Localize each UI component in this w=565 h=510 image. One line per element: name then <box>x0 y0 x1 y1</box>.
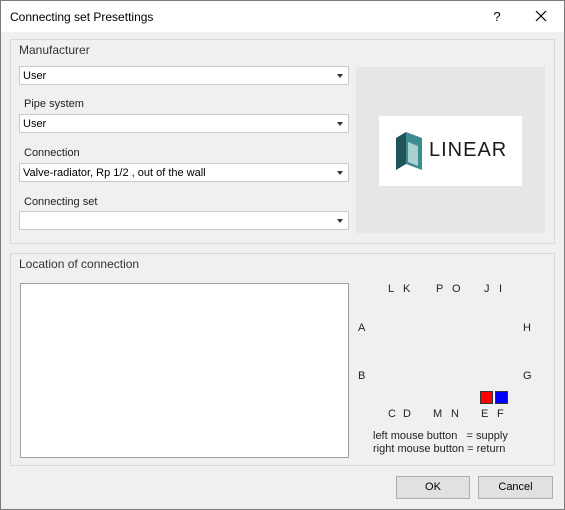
pipe-system-value: User <box>23 118 47 130</box>
cancel-button[interactable]: Cancel <box>478 476 553 499</box>
position-F[interactable]: F <box>497 408 504 420</box>
supply-color-swatch <box>480 391 493 404</box>
position-G[interactable]: G <box>523 370 532 382</box>
position-D[interactable]: D <box>403 408 411 420</box>
chevron-down-icon <box>337 171 343 175</box>
connection-preview-area[interactable] <box>20 283 349 458</box>
manufacturer-combo[interactable]: User <box>19 66 349 85</box>
position-M[interactable]: M <box>433 408 442 420</box>
linear-logo-icon <box>396 132 422 170</box>
connection-value: Valve-radiator, Rp 1/2 , out of the wall <box>23 167 206 179</box>
return-color-swatch <box>495 391 508 404</box>
pipe-system-label: Pipe system <box>24 98 84 110</box>
help-button[interactable]: ? <box>488 7 506 27</box>
position-P[interactable]: P <box>436 283 443 295</box>
manufacturer-logo-panel: LINEAR <box>356 67 545 233</box>
connection-combo[interactable]: Valve-radiator, Rp 1/2 , out of the wall <box>19 163 349 182</box>
position-O[interactable]: O <box>452 283 461 295</box>
chevron-down-icon <box>337 122 343 126</box>
connecting-set-label: Connecting set <box>24 196 98 208</box>
ok-button[interactable]: OK <box>396 476 470 499</box>
position-H[interactable]: H <box>523 322 531 334</box>
location-group: Location of connection L K P O J I A H B… <box>10 253 555 466</box>
connecting-set-combo[interactable] <box>19 211 349 230</box>
location-group-label: Location of connection <box>19 257 140 271</box>
window-title: Connecting set Presettings <box>10 10 154 24</box>
logo-text: LINEAR <box>429 139 508 161</box>
manufacturer-value: User <box>23 70 47 82</box>
title-bar: Connecting set Presettings ? <box>1 1 564 32</box>
close-icon <box>535 10 547 22</box>
linear-logo: LINEAR <box>379 116 522 186</box>
position-B[interactable]: B <box>358 370 365 382</box>
position-L[interactable]: L <box>388 283 394 295</box>
position-K[interactable]: K <box>403 283 410 295</box>
connection-label: Connection <box>24 147 80 159</box>
position-N[interactable]: N <box>451 408 459 420</box>
manufacturer-group: Manufacturer User Pipe system User Conne… <box>10 39 555 244</box>
manufacturer-group-label: Manufacturer <box>19 43 90 57</box>
pipe-system-combo[interactable]: User <box>19 114 349 133</box>
chevron-down-icon <box>337 74 343 78</box>
position-I[interactable]: I <box>499 283 502 295</box>
legend-supply: left mouse button = supply <box>373 430 508 442</box>
position-C[interactable]: C <box>388 408 396 420</box>
connecting-set-dialog: Connecting set Presettings ? Manufacture… <box>0 0 565 510</box>
position-A[interactable]: A <box>358 322 365 334</box>
legend-return: right mouse button = return <box>373 443 506 455</box>
position-E[interactable]: E <box>481 408 488 420</box>
position-J[interactable]: J <box>484 283 490 295</box>
chevron-down-icon <box>337 219 343 223</box>
close-button[interactable] <box>529 6 553 28</box>
